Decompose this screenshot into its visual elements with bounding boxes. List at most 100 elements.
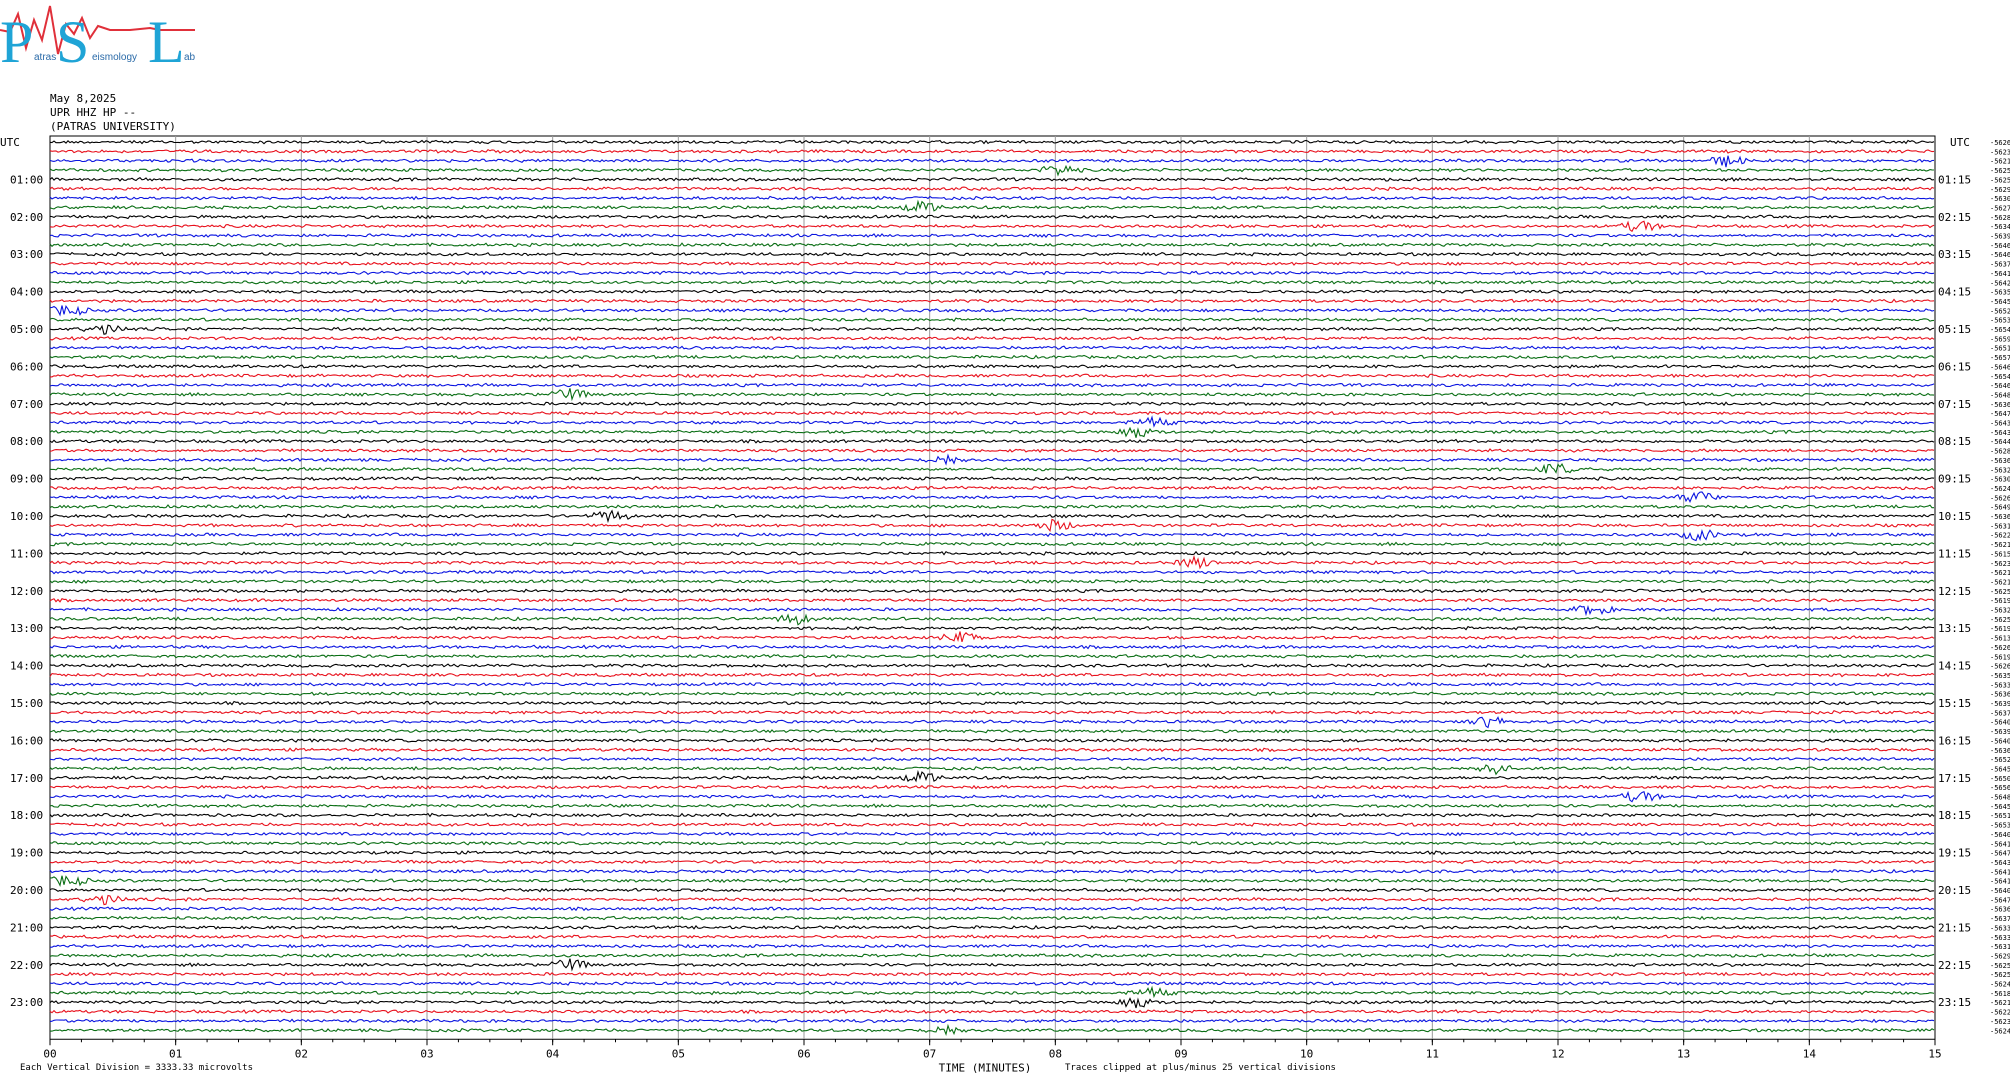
seismic-trace <box>49 491 1935 504</box>
hour-label-left: 17:00 <box>10 772 43 785</box>
trace-offset-value: -5636 <box>1990 513 2010 521</box>
x-tick-label: 11 <box>1426 1047 1439 1060</box>
clip-note: Traces clipped at plus/minus 25 vertical… <box>1065 1063 1336 1073</box>
seismic-trace <box>49 784 1935 790</box>
hour-label-right: 15:15 <box>1938 697 1971 710</box>
trace-offset-value: -5651 <box>1990 345 2010 353</box>
trace-offset-value: -5633 <box>1990 934 2010 942</box>
trace-offset-value: -5659 <box>1990 335 2010 343</box>
trace-offset-value: -5623 <box>1990 560 2010 568</box>
trace-offset-value: -5630 <box>1990 476 2010 484</box>
trace-offset-value: -5647 <box>1990 896 2010 904</box>
trace-offset-value: -5646 <box>1990 251 2010 259</box>
hour-label-left: 09:00 <box>10 473 43 486</box>
trace-offset-value: -5626 <box>1990 139 2010 147</box>
trace-offset-value: -5654 <box>1990 326 2010 334</box>
vertical-division-note: Each Vertical Division = 3333.33 microvo… <box>20 1063 253 1073</box>
trace-offset-value: -5633 <box>1990 924 2010 932</box>
trace-offset-value: -5626 <box>1990 644 2010 652</box>
hour-label-left: 21:00 <box>10 921 43 934</box>
trace-offset-value: -5631 <box>1990 943 2010 951</box>
seismic-trace <box>49 1018 1935 1024</box>
hour-label-right: 04:15 <box>1938 286 1971 299</box>
seismic-trace <box>49 790 1935 803</box>
seismic-trace <box>49 997 1935 1009</box>
trace-offset-value: -5625 <box>1990 962 2010 970</box>
hour-label-left: 13:00 <box>10 622 43 635</box>
seismic-trace <box>49 448 1935 453</box>
hour-label-right: 10:15 <box>1938 510 1971 523</box>
seismic-trace <box>49 345 1935 351</box>
trace-offset-value: -5652 <box>1990 756 2010 764</box>
seismic-trace <box>49 148 1935 154</box>
trace-offset-value: -5625 <box>1990 616 2010 624</box>
seismic-trace <box>49 985 1935 999</box>
hour-label-left: 03:00 <box>10 248 43 261</box>
trace-offset-value: -5647 <box>1990 850 2010 858</box>
x-tick-label: 05 <box>672 1047 685 1060</box>
hour-label-right: 14:15 <box>1938 660 1971 673</box>
trace-offset-value: -5625 <box>1990 176 2010 184</box>
seismic-trace <box>49 305 1935 317</box>
trace-offset-value: -5619 <box>1990 625 2010 633</box>
trace-offset-value: -5648 <box>1990 794 2010 802</box>
trace-offset-value: -5646 <box>1990 363 2010 371</box>
trace-offset-value: -5626 <box>1990 663 2010 671</box>
hour-label-left: 04:00 <box>10 286 43 299</box>
trace-offset-value: -5629 <box>1990 952 2010 960</box>
hour-label-right: 19:15 <box>1938 847 1971 860</box>
seismic-trace <box>49 672 1935 678</box>
trace-offset-value: -5621 <box>1990 158 2010 166</box>
seismic-trace <box>49 298 1935 304</box>
trace-offset-value: -5640 <box>1990 831 2010 839</box>
hour-label-right: 06:15 <box>1938 360 1971 373</box>
x-tick-label: 04 <box>546 1047 560 1060</box>
seismic-trace <box>49 155 1935 168</box>
hour-label-right: 13:15 <box>1938 622 1971 635</box>
trace-offset-value: -5631 <box>1990 522 2010 530</box>
seismic-trace <box>49 887 1935 893</box>
hour-label-left: 16:00 <box>10 734 43 747</box>
trace-offset-value: -5628 <box>1990 448 2010 456</box>
trace-offset-value: -5621 <box>1990 578 2010 586</box>
seismic-trace <box>49 728 1935 734</box>
x-tick-label: 03 <box>420 1047 433 1060</box>
seismic-trace <box>49 453 1935 466</box>
seismic-trace <box>49 700 1935 706</box>
seismic-trace <box>49 915 1935 921</box>
trace-offset-value: -5625 <box>1990 588 2010 596</box>
seismic-trace <box>49 868 1935 874</box>
seismic-trace <box>49 504 1934 509</box>
x-tick-label: 02 <box>295 1047 308 1060</box>
seismic-trace <box>49 588 1935 594</box>
seismic-trace <box>49 388 1935 402</box>
seismic-trace <box>49 401 1935 407</box>
seismic-trace <box>50 251 1935 257</box>
x-tick-label: 06 <box>797 1047 810 1060</box>
x-tick-label: 00 <box>43 1047 56 1060</box>
seismic-trace <box>49 747 1935 753</box>
seismic-trace <box>49 769 1935 783</box>
left-axis-title: UTC <box>0 136 20 149</box>
trace-offset-value: -5629 <box>1990 186 2010 194</box>
seismic-trace <box>49 485 1935 491</box>
right-axis-title: UTC <box>1950 136 1970 149</box>
seismic-trace <box>49 738 1935 743</box>
trace-offset-value: -5641 <box>1990 270 2010 278</box>
hour-label-left: 10:00 <box>10 510 43 523</box>
seismic-trace <box>50 822 1935 827</box>
hour-label-right: 07:15 <box>1938 398 1971 411</box>
seismic-trace <box>49 613 1935 626</box>
seismic-trace <box>49 850 1935 856</box>
trace-offset-value: -5643 <box>1990 859 2010 867</box>
trace-offset-value: -5637 <box>1990 915 2010 923</box>
seismic-trace <box>49 906 1935 912</box>
seismic-trace <box>49 663 1934 668</box>
trace-offset-value: -5641 <box>1990 868 2010 876</box>
seismic-trace <box>50 279 1935 285</box>
seismic-trace <box>49 541 1935 547</box>
trace-offset-value: -5645 <box>1990 298 2010 306</box>
trace-offset-value: -5621 <box>1990 999 2010 1007</box>
hour-label-right: 09:15 <box>1938 473 1971 486</box>
trace-offset-value: -5641 <box>1990 878 2010 886</box>
